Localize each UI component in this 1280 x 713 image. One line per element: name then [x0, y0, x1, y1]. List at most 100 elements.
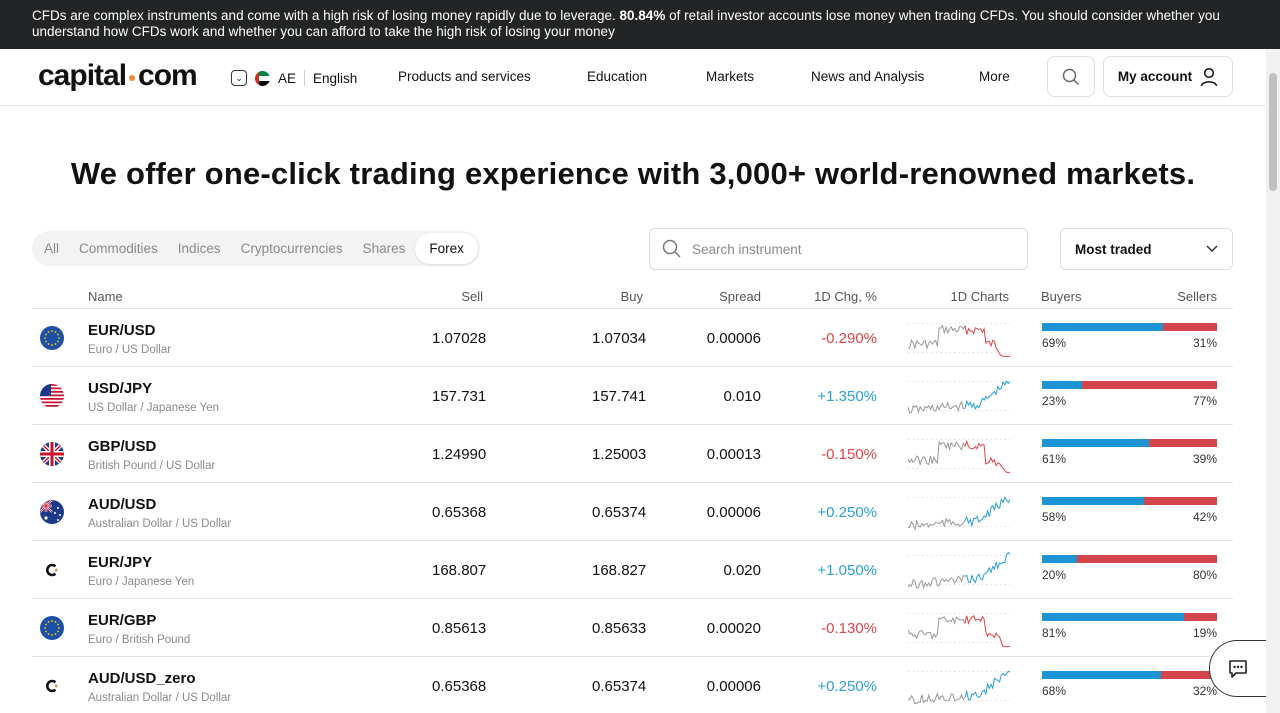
sell-price[interactable]: 1.07028: [432, 330, 486, 347]
my-account-label: My account: [1117, 69, 1193, 84]
buy-price[interactable]: 168.827: [592, 562, 646, 579]
spread-value: 0.00006: [706, 330, 761, 347]
spread-value: 0.020: [723, 562, 761, 579]
instrument-symbol[interactable]: AUD/USD_zero: [88, 670, 196, 687]
logo-dot-icon: [129, 75, 136, 81]
buy-price[interactable]: 157.741: [592, 388, 646, 405]
sellers-percent: 19%: [1192, 626, 1217, 640]
market-category-tabs: All Commodities Indices Cryptocurrencies…: [32, 231, 480, 266]
uk-flag-icon: [40, 442, 64, 466]
instrument-symbol[interactable]: USD/JPY: [88, 380, 152, 397]
tab-all[interactable]: All: [34, 233, 69, 264]
change-percent: +0.250%: [817, 504, 877, 521]
instrument-symbol[interactable]: EUR/GBP: [88, 612, 156, 629]
col-sellers: Sellers: [1177, 289, 1217, 304]
nav-education[interactable]: Education: [587, 69, 647, 84]
sparkline-chart: [908, 439, 1010, 473]
sparkline-chart: [908, 551, 1010, 590]
sparkline-chart: [908, 613, 1010, 647]
sentiment-bar: [1042, 439, 1217, 447]
nav-news-analysis[interactable]: News and Analysis: [811, 69, 924, 84]
buyers-bar: [1042, 381, 1083, 389]
region-code: AE: [278, 70, 297, 86]
tab-commodities[interactable]: Commodities: [69, 233, 168, 264]
eu-flag-icon: [40, 616, 64, 640]
nav-products[interactable]: Products and services: [398, 69, 531, 84]
header-search-button[interactable]: [1047, 56, 1095, 97]
instrument-search: [649, 228, 1028, 270]
sell-price[interactable]: 168.807: [432, 562, 486, 579]
buyers-bar: [1042, 497, 1144, 505]
sell-price[interactable]: 0.65368: [432, 678, 486, 695]
col-spread[interactable]: Spread: [692, 289, 761, 304]
sellers-percent: 42%: [1192, 510, 1217, 524]
sort-dropdown[interactable]: Most traded: [1060, 228, 1233, 270]
eu-flag-icon: [40, 326, 64, 350]
buy-price[interactable]: 0.65374: [592, 504, 646, 521]
table-header: Name Sell Buy Spread 1D Chg, % 1D Charts…: [32, 286, 1233, 309]
col-sell[interactable]: Sell: [432, 289, 483, 304]
instrument-symbol[interactable]: GBP/USD: [88, 438, 156, 455]
uae-flag-icon: [255, 70, 270, 86]
buy-price[interactable]: 0.65374: [592, 678, 646, 695]
tab-forex[interactable]: Forex: [415, 233, 478, 264]
sentiment-bar: [1042, 381, 1217, 389]
table-row[interactable]: EUR/JPY Euro / Japanese Yen 168.807 168.827…: [32, 541, 1233, 599]
buyers-percent: 20%: [1042, 568, 1067, 582]
col-change[interactable]: 1D Chg, %: [792, 289, 877, 304]
logo-text-left: capital: [38, 59, 127, 92]
chat-button[interactable]: [1209, 640, 1266, 697]
buyers-bar: [1042, 323, 1163, 331]
sell-price[interactable]: 0.65368: [432, 504, 486, 521]
tab-indices[interactable]: Indices: [168, 233, 231, 264]
sparkline-chart: [908, 323, 1010, 357]
risk-percentage: 80.84%: [619, 8, 666, 23]
sell-price[interactable]: 1.24990: [432, 446, 486, 463]
locale-selector[interactable]: ⌄ AE English: [231, 68, 357, 88]
change-percent: -0.130%: [821, 620, 877, 637]
table-row[interactable]: USD/JPY US Dollar / Japanese Yen 157.731 15…: [32, 367, 1233, 425]
instrument-symbol[interactable]: AUD/USD: [88, 496, 156, 513]
nav-education-label: Education: [587, 69, 648, 84]
us-flag-icon: [40, 384, 64, 408]
instrument-symbol[interactable]: EUR/JPY: [88, 554, 152, 571]
buy-price[interactable]: 0.85633: [592, 620, 646, 637]
table-row[interactable]: EUR/GBP Euro / British Pound 0.85613 0.8563…: [32, 599, 1233, 657]
tab-cryptocurrencies[interactable]: Cryptocurrencies: [231, 233, 353, 264]
col-buy[interactable]: Buy: [592, 289, 643, 304]
buy-price[interactable]: 1.07034: [592, 330, 646, 347]
instrument-symbol[interactable]: EUR/USD: [88, 322, 156, 339]
logo-text-right: com: [138, 59, 198, 92]
col-name[interactable]: Name: [88, 289, 123, 304]
nav-more[interactable]: More: [979, 69, 1010, 84]
sellers-bar: [1077, 555, 1217, 563]
chevron-down-icon: [1206, 245, 1218, 253]
table-row[interactable]: GBP/USD British Pound / US Dollar 1.24990 1…: [32, 425, 1233, 483]
sellers-percent: 80%: [1192, 568, 1217, 582]
col-charts: 1D Charts: [950, 289, 1009, 304]
table-row[interactable]: EUR/USD Euro / US Dollar 1.07028 1.07034 0.0…: [32, 309, 1233, 367]
capital-logo-icon: [40, 674, 64, 698]
search-icon: [662, 239, 681, 258]
search-instrument-input[interactable]: [692, 241, 992, 257]
table-row[interactable]: AUD/USD_zero Australian Dollar / US Dolla…: [32, 657, 1233, 713]
nav-markets[interactable]: Markets: [706, 69, 754, 84]
spread-value: 0.00006: [706, 678, 761, 695]
buy-price[interactable]: 1.25003: [592, 446, 646, 463]
col-buyers: Buyers: [1041, 289, 1082, 304]
tab-shares[interactable]: Shares: [353, 233, 416, 264]
capital-com-logo[interactable]: capital com: [38, 59, 198, 93]
sentiment-bar: [1042, 613, 1217, 621]
sell-price[interactable]: 0.85613: [432, 620, 486, 637]
risk-text-before: CFDs are complex instruments and come wi…: [32, 8, 620, 23]
scrollbar-thumb[interactable]: [1269, 73, 1277, 191]
instrument-description: Euro / US Dollar: [88, 344, 172, 356]
my-account-button[interactable]: My account: [1103, 56, 1233, 97]
buyers-percent: 68%: [1042, 684, 1067, 698]
sentiment-bar: [1042, 671, 1217, 679]
table-row[interactable]: AUD/USD Australian Dollar / US Dollar 0.65…: [32, 483, 1233, 541]
sell-price[interactable]: 157.731: [432, 388, 486, 405]
sellers-bar: [1162, 323, 1217, 331]
sparkline-chart: [908, 496, 1010, 532]
page-scrollbar[interactable]: [1266, 49, 1280, 713]
